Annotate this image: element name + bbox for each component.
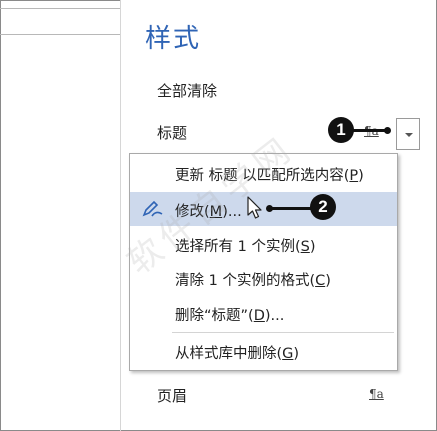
chevron-down-icon: [405, 133, 413, 137]
pane-title: 样式: [145, 24, 202, 54]
menu-item-delete-label: 删除“标题”(D)...: [175, 308, 285, 324]
style-header-label[interactable]: 页眉: [157, 385, 187, 406]
callout-two-leader: [270, 207, 312, 210]
menu-item-modify-label: 修改(M)...: [175, 204, 242, 220]
menu-separator: [172, 332, 394, 333]
menu-item-clear-format-label: 清除 1 个实例的格式(C): [175, 273, 331, 289]
pen-edit-icon: [142, 200, 163, 217]
menu-item-update[interactable]: 更新 标题 以匹配所选内容(P): [130, 156, 397, 190]
callout-two: 2: [310, 194, 336, 220]
document-edge-line: [0, 8, 120, 9]
style-heading-label: 标题: [157, 124, 188, 142]
style-dropdown-button[interactable]: [396, 118, 420, 150]
mouse-pointer-icon: [247, 196, 262, 219]
menu-item-clear-format[interactable]: 清除 1 个实例的格式(C): [130, 261, 397, 295]
callout-one-dot: [384, 127, 391, 134]
menu-item-select-all-label: 选择所有 1 个实例(S): [175, 239, 316, 255]
clear-all-button[interactable]: 全部清除: [157, 80, 217, 101]
menu-item-select-all[interactable]: 选择所有 1 个实例(S): [130, 227, 397, 261]
menu-item-delete[interactable]: 删除“标题”(D)...: [130, 296, 397, 330]
menu-item-update-label: 更新 标题 以匹配所选内容(P): [175, 168, 364, 184]
callout-one: 1: [328, 117, 354, 143]
menu-item-remove-from-gallery-label: 从样式库中删除(G): [175, 346, 300, 362]
document-ruler-line: [0, 34, 120, 35]
style-context-menu: 更新 标题 以匹配所选内容(P) 修改(M)... 选择所有 1 个实例(S) …: [129, 153, 398, 371]
menu-item-remove-from-gallery[interactable]: 从样式库中删除(G): [130, 334, 397, 368]
paragraph-mark-icon: ¶a: [369, 387, 384, 401]
callout-one-leader: [353, 129, 387, 132]
